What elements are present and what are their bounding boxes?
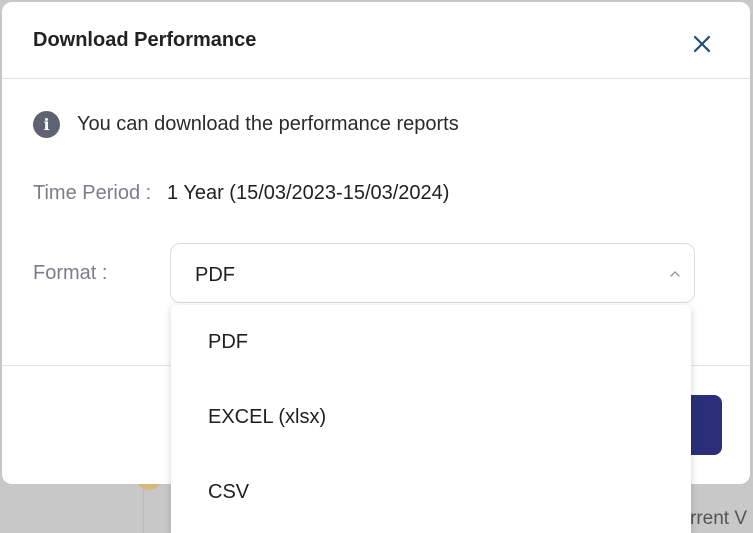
option-label: PDF [208,331,248,353]
option-label: EXCEL (xlsx) [208,406,327,428]
format-selected-value: PDF [195,264,235,286]
info-icon: i [33,110,60,138]
format-option-excel[interactable]: EXCEL (xlsx) [171,380,691,454]
option-label: CSV [208,481,250,503]
time-period-label: Time Period : [33,182,152,204]
modal-title: Download Performance [33,29,257,51]
info-row: i You can download the performance repor… [33,109,459,139]
close-button[interactable] [688,30,716,58]
modal-header: Download Performance [2,2,750,79]
info-message: You can download the performance reports [77,112,459,135]
background-gridline [143,485,144,533]
format-select[interactable]: PDF [170,243,695,303]
close-icon [693,35,711,53]
format-label: Format : [33,262,108,284]
chevron-up-icon [670,271,680,277]
format-dropdown-menu: PDF EXCEL (xlsx) CSV [171,305,691,533]
time-period-value: 1 Year (15/03/2023-15/03/2024) [167,182,450,204]
format-option-pdf[interactable]: PDF [171,305,691,379]
format-option-csv[interactable]: CSV [171,455,691,529]
background-partial-label: rrent V [690,508,748,529]
